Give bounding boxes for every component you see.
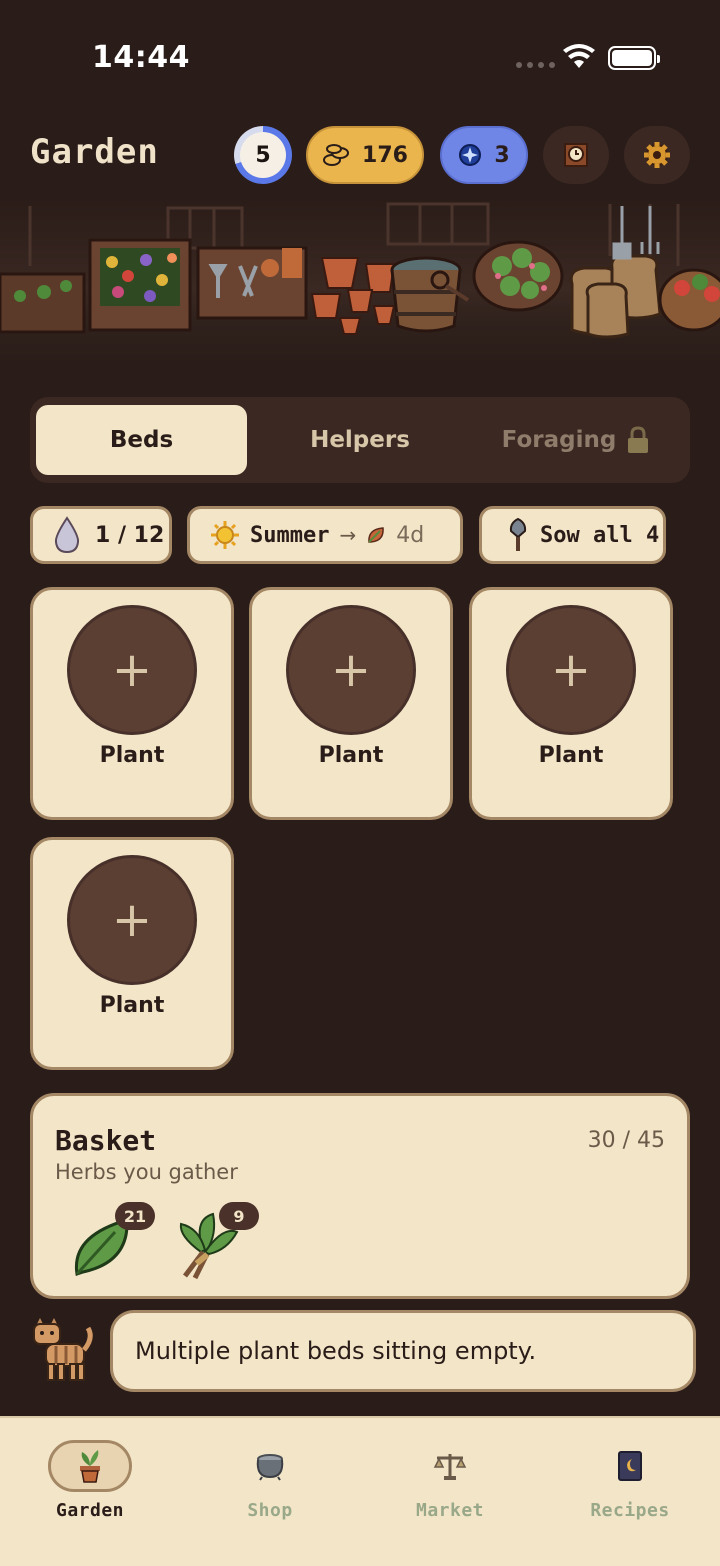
nav-shop-label: Shop	[247, 1500, 293, 1521]
basket-item[interactable]: 9	[173, 1202, 259, 1282]
recipe-book-icon	[618, 1451, 642, 1481]
timer-button[interactable]	[543, 126, 609, 184]
season-arrow: →	[339, 523, 357, 547]
plant-bed-label: Plant	[99, 993, 165, 1018]
page-title: Garden	[30, 132, 159, 172]
header: Garden 5 176 3	[0, 124, 720, 186]
plant-slot[interactable]: +	[506, 605, 636, 735]
water-value: 1 / 12	[95, 522, 165, 548]
plant-slot[interactable]: +	[67, 605, 197, 735]
nav-recipes-label: Recipes	[590, 1500, 670, 1521]
plant-slot[interactable]: +	[286, 605, 416, 735]
battery-icon	[608, 46, 660, 70]
water-drop-icon	[54, 516, 80, 554]
plant-bed[interactable]: + Plant	[469, 587, 673, 820]
item-count-badge: 9	[219, 1202, 259, 1230]
gear-icon	[644, 142, 670, 168]
tab-helpers-label: Helpers	[310, 427, 410, 453]
plant-bed-label: Plant	[318, 743, 384, 768]
plant-bed-label: Plant	[99, 743, 165, 768]
nav-garden-label: Garden	[55, 1500, 125, 1521]
coins-counter[interactable]: 176	[306, 126, 424, 184]
nav-market-icon-wrap	[408, 1440, 492, 1492]
nav-shop[interactable]: Shop	[200, 1440, 340, 1540]
plus-icon: +	[111, 642, 153, 698]
section-tabs: Beds Helpers Foraging	[30, 397, 690, 483]
basket-capacity: 30 / 45	[587, 1128, 665, 1153]
sow-all-label: Sow all 4	[540, 522, 660, 548]
plant-slot[interactable]: +	[67, 855, 197, 985]
trowel-icon	[509, 517, 527, 551]
hint-bubble: Multiple plant beds sitting empty.	[110, 1310, 696, 1392]
hint-text: Multiple plant beds sitting empty.	[135, 1337, 537, 1365]
water-chip[interactable]: 1 / 12	[30, 506, 172, 564]
season-name: Summer	[250, 522, 330, 548]
gem-icon	[459, 144, 482, 166]
tab-helpers[interactable]: Helpers	[252, 405, 468, 475]
nav-recipes[interactable]: Recipes	[560, 1440, 700, 1540]
cauldron-icon	[256, 1454, 284, 1481]
autumn-leaf-icon	[368, 527, 385, 543]
sun-icon	[211, 521, 239, 549]
season-days: 4d	[396, 522, 425, 548]
tab-beds-label: Beds	[109, 427, 174, 453]
basket-title: Basket	[55, 1124, 157, 1157]
garden-illustration	[0, 202, 720, 339]
level-value: 5	[240, 132, 286, 178]
plant-bed[interactable]: + Plant	[249, 587, 453, 820]
garden-scene	[0, 196, 720, 366]
wifi-icon	[563, 44, 595, 68]
nav-shop-icon-wrap	[228, 1440, 312, 1492]
sow-all-button[interactable]: Sow all 4	[479, 506, 666, 564]
potted-plant-icon	[80, 1450, 100, 1483]
plant-bed[interactable]: + Plant	[30, 837, 234, 1070]
coins-value: 176	[362, 142, 408, 168]
cellular-signal-icon	[516, 62, 555, 68]
settings-button[interactable]	[624, 126, 690, 184]
plus-icon: +	[111, 892, 153, 948]
gems-value: 3	[494, 142, 510, 168]
coins-icon	[323, 144, 350, 166]
plus-icon: +	[550, 642, 592, 698]
basket-item[interactable]: 21	[69, 1202, 155, 1282]
item-count-badge: 21	[115, 1202, 155, 1230]
tab-beds[interactable]: Beds	[36, 405, 247, 475]
clock-icon	[564, 143, 588, 167]
status-time: 14:44	[92, 40, 190, 75]
bottom-nav: Garden Shop Market Recipes	[0, 1416, 720, 1566]
tab-foraging[interactable]: Foraging	[468, 405, 684, 475]
lock-icon	[628, 426, 649, 453]
season-chip[interactable]: Summer → 4d	[187, 506, 463, 564]
nav-garden[interactable]: Garden	[20, 1440, 160, 1540]
cat-icon	[33, 1318, 93, 1381]
plant-bed-label: Plant	[538, 743, 604, 768]
tab-foraging-label: Foraging	[501, 427, 617, 453]
scales-icon	[433, 1454, 467, 1480]
nav-recipes-icon-wrap	[588, 1440, 672, 1492]
gems-counter[interactable]: 3	[440, 126, 528, 184]
basket-panel[interactable]: Basket 30 / 45 Herbs you gather 21 9	[30, 1093, 690, 1299]
nav-market-label: Market	[415, 1500, 485, 1521]
nav-garden-icon-wrap	[48, 1440, 132, 1492]
plant-bed[interactable]: + Plant	[30, 587, 234, 820]
level-badge[interactable]: 5	[234, 126, 292, 184]
status-bar: 14:44	[0, 0, 720, 110]
nav-market[interactable]: Market	[380, 1440, 520, 1540]
plus-icon: +	[330, 642, 372, 698]
basket-subtitle: Herbs you gather	[55, 1160, 238, 1184]
